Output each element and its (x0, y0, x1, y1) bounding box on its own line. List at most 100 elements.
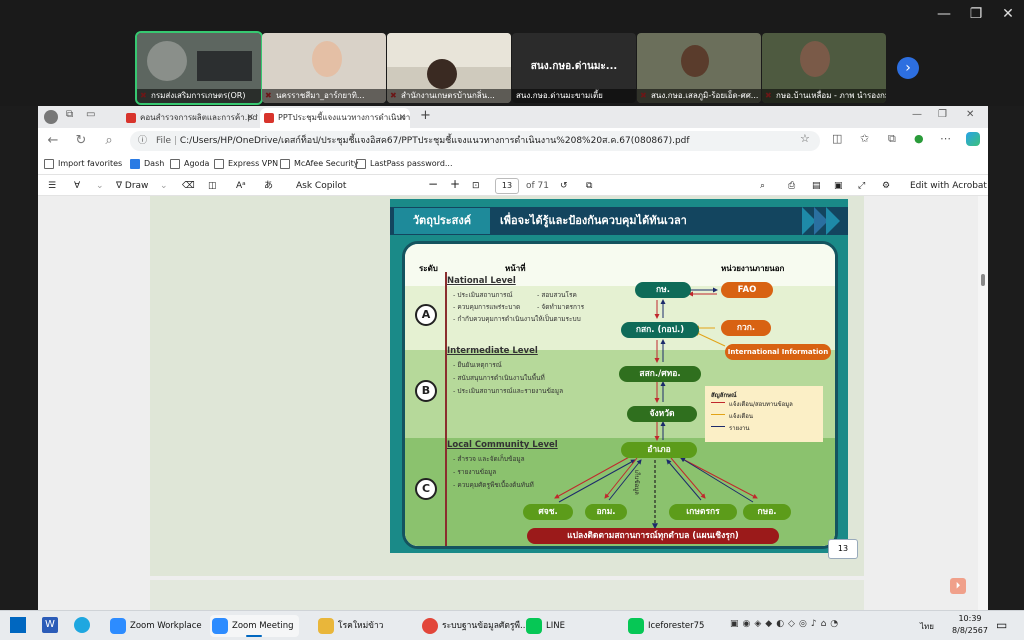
node-province: จังหวัด (627, 406, 697, 422)
participant-name: กษอ.บ้านเหลื่อม - ภาพ นำรองกม (762, 89, 886, 103)
ask-copilot-button[interactable]: Ask Copilot (296, 179, 346, 193)
tab-pdf-2[interactable]: PPTประชุมชี้แจงแนวทางการดำเนินงาน... ✕ (260, 108, 410, 128)
page-number-input[interactable]: 13 (495, 178, 519, 194)
participant-tile[interactable]: สนง.กษอ.ด่านมะ... สนง.กษอ.ด่านมะขามเตี้ย (512, 33, 636, 103)
gear-icon[interactable]: ⚙ (882, 179, 890, 193)
split-screen-icon[interactable]: ◫ (832, 132, 842, 145)
legend-item: แจ้งเตือน (729, 413, 753, 420)
page-count: of 71 (526, 181, 549, 191)
edge-icon[interactable] (74, 617, 90, 633)
taskbar-line-2[interactable]: Iceforester75 (626, 615, 704, 637)
node-farmer: เกษตรกร (669, 504, 737, 520)
acrobat-icon[interactable]: ⏵ (950, 578, 966, 594)
tab-pdf-1[interactable]: คอนสำรวจการผลิตและการค้า.pdf ✕ (122, 108, 258, 128)
participant-video (681, 45, 709, 77)
legend-swatch (711, 402, 725, 403)
highlight-icon[interactable]: ∀ (74, 179, 80, 193)
participant-video (800, 41, 830, 77)
pdf-icon (126, 113, 136, 123)
favorite-item[interactable]: McAfee Security (280, 157, 359, 171)
favorites-icon[interactable]: ✩ (860, 132, 869, 145)
restore-icon[interactable]: ❐ (964, 6, 988, 22)
zoom-gallery-strip: — ❐ ✕ ✖ กรมส่งเสริมการเกษตร(OR) ✖ นครราช… (0, 0, 1024, 106)
zoom-out-button[interactable]: − (428, 177, 438, 191)
url-text: C:/Users/HP/OneDrive/เดสก์ท็อป/ประชุมชี้… (179, 136, 690, 146)
taskbar: W Zoom Workplace Zoom Meeting โรคใหม่ข้า… (0, 610, 1024, 640)
node-sk: สสก./ศทอ. (619, 366, 701, 382)
participant-name: กรมส่งเสริมการเกษตร(OR) (137, 89, 261, 103)
node-okm: อกม. (585, 504, 627, 520)
scrollbar-thumb[interactable] (981, 274, 985, 286)
favorite-item[interactable]: Dash (130, 157, 164, 171)
minimize-icon[interactable]: — (932, 6, 956, 22)
contents-icon[interactable]: ☰ (48, 179, 56, 193)
tray-icons[interactable]: ▣◉◈◆◐◇◎♪⌂◔ (730, 619, 842, 629)
close-icon[interactable]: ✕ (246, 108, 254, 128)
favorite-item[interactable]: Agoda (170, 157, 209, 171)
page-view-icon[interactable]: ◫ (208, 179, 217, 193)
node-intl: International Information (725, 344, 831, 360)
favorite-item[interactable]: Express VPN (214, 157, 278, 171)
windows-start-icon[interactable] (10, 617, 26, 633)
search-icon[interactable]: ⌕ (100, 133, 118, 148)
close-icon[interactable]: ✕ (996, 6, 1020, 22)
folder-icon (318, 618, 334, 634)
close-icon[interactable]: ✕ (966, 109, 974, 120)
zoom-icon (110, 618, 126, 634)
taskbar-zoom-meeting[interactable]: Zoom Meeting (210, 615, 300, 637)
restore-icon[interactable]: ❐ (938, 109, 947, 120)
close-icon[interactable]: ✕ (398, 108, 406, 128)
tab-actions-icon[interactable]: ▭ (86, 109, 95, 120)
edit-with-acrobat-button[interactable]: Edit with Acrobat (910, 179, 987, 193)
translate-icon[interactable]: あ (264, 179, 273, 193)
chevron-right-icon[interactable]: › (897, 57, 919, 79)
draw-button[interactable]: ∇ Draw (116, 179, 148, 193)
clock[interactable]: 10:39 8/8/2567 (948, 613, 992, 637)
minimize-icon[interactable]: — (912, 109, 922, 120)
print-icon[interactable]: ⎙ (788, 179, 795, 193)
fit-page-icon[interactable]: ⊡ (472, 179, 480, 193)
extension-icon[interactable]: ● (914, 132, 924, 145)
legend-swatch (711, 426, 725, 427)
scrollbar[interactable] (978, 196, 988, 610)
chrome-icon (422, 618, 438, 634)
back-icon[interactable]: ← (44, 133, 62, 148)
more-icon[interactable]: ⋯ (940, 132, 951, 145)
chevron-down-icon[interactable]: ⌄ (160, 179, 168, 193)
chevron-down-icon[interactable]: ⌄ (96, 179, 104, 193)
profile-avatar[interactable] (44, 110, 58, 124)
star-icon[interactable]: ☆ (800, 132, 810, 145)
taskbar-chrome[interactable]: ระบบฐานข้อมูลศัตรูพื... (420, 615, 528, 637)
rotate-icon[interactable]: ↺ (560, 179, 568, 193)
zoom-in-button[interactable]: + (450, 177, 460, 191)
language-indicator[interactable]: ไทย (920, 620, 934, 633)
refresh-icon[interactable]: ↻ (72, 133, 90, 148)
pdf-viewport[interactable]: วัตถุประสงค์ เพื่อจะได้รู้และป้องกันควบค… (38, 196, 988, 610)
participant-video (147, 41, 187, 81)
favorite-item[interactable]: Import favorites (44, 157, 122, 171)
objective-text: เพื่อจะได้รู้และป้องกันควบคุมได้ทันเวลา (500, 214, 687, 227)
workspaces-icon[interactable]: ⧉ (66, 109, 73, 120)
read-aloud-icon[interactable]: Aᵃ (236, 179, 246, 193)
copilot-icon[interactable] (966, 132, 980, 146)
participant-tile[interactable]: ✖ กรมส่งเสริมการเกษตร(OR) (135, 31, 263, 105)
fullscreen-icon[interactable]: ⤢ (858, 179, 865, 193)
search-icon[interactable]: ⌕ (760, 179, 765, 193)
url-field[interactable]: ⓘ File | C:/Users/HP/OneDrive/เดสก์ท็อป/… (130, 131, 820, 151)
taskbar-line[interactable]: LINE (524, 615, 565, 637)
new-tab-button[interactable]: + (420, 108, 431, 123)
participant-tile[interactable]: ✖ สำนักงานเกษตรบ้านกลิ่น... (387, 33, 511, 103)
participant-tile[interactable]: ✖ กษอ.บ้านเหลื่อม - ภาพ นำรองกม (762, 33, 886, 103)
participant-tile[interactable]: ✖ สนง.กษอ.เสลภูมิ-ร้อยเอ็ด-ศศ... (637, 33, 761, 103)
taskbar-zoom-workplace[interactable]: Zoom Workplace (108, 615, 202, 637)
favorite-item[interactable]: LastPass password... (356, 157, 453, 171)
word-icon[interactable]: W (42, 617, 58, 633)
taskbar-folder[interactable]: โรคใหม่ข้าว (316, 615, 384, 637)
notification-icon[interactable]: ▭ (996, 618, 1007, 632)
erase-icon[interactable]: ⌫ (182, 179, 195, 193)
save-icon[interactable]: ▣ (834, 179, 843, 193)
save-as-icon[interactable]: ▤ (812, 179, 821, 193)
participant-tile[interactable]: ✖ นครราชสีมา_อาร์กยาทิ... (262, 33, 386, 103)
two-page-icon[interactable]: ⧉ (586, 179, 592, 193)
collections-icon[interactable]: ⧉ (888, 132, 896, 146)
